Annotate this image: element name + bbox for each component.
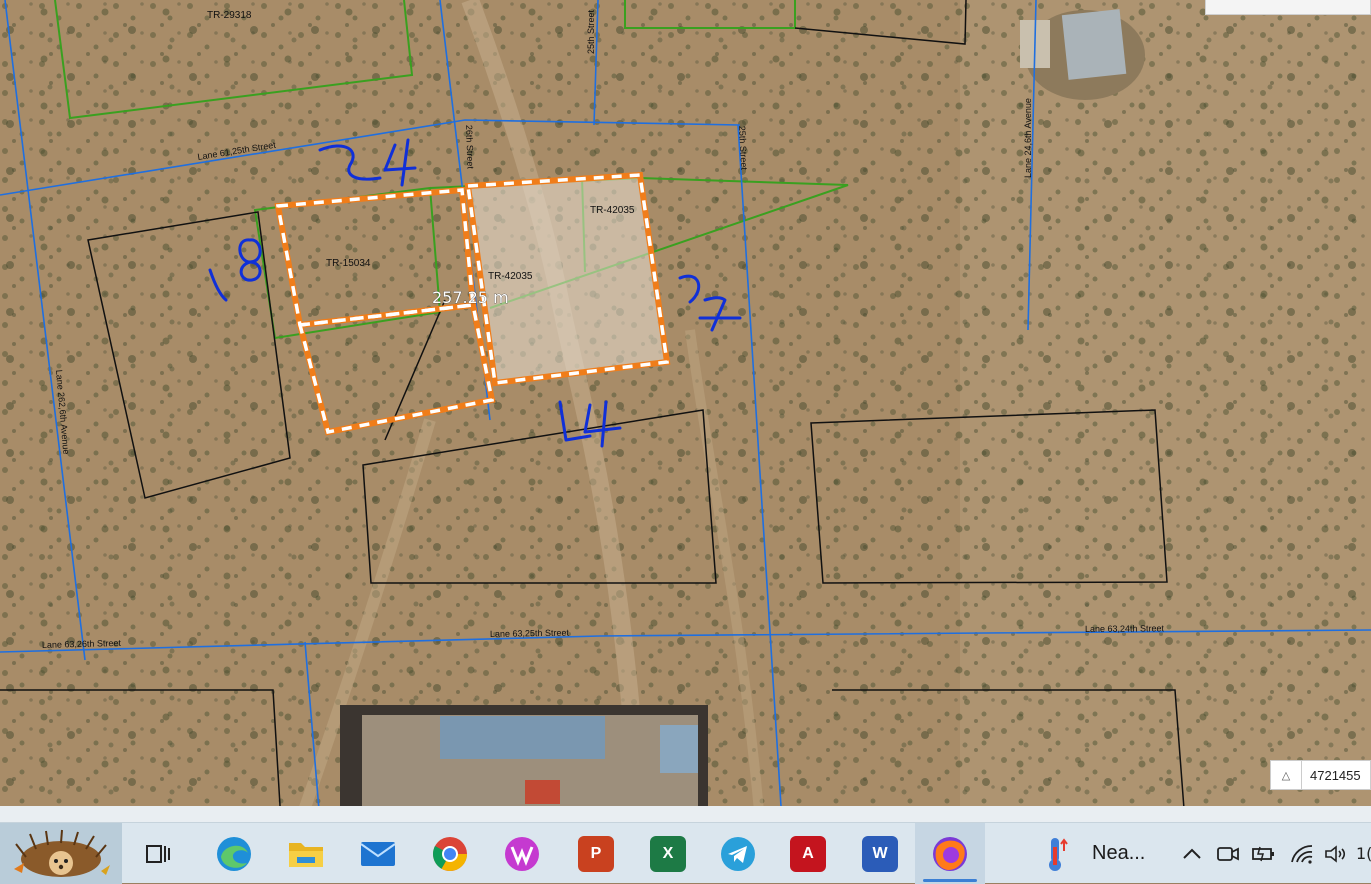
caret-up-icon[interactable]: △ bbox=[1271, 761, 1302, 789]
weather-text: Nea... bbox=[1092, 842, 1146, 864]
coordinate-value: 4721455 bbox=[1310, 767, 1361, 783]
weather-widget[interactable]: Nea... bbox=[1040, 823, 1160, 884]
wifi-icon bbox=[1291, 844, 1313, 864]
map-canvas[interactable]: TR-29318 TR-15034 TR-42035 TR-42035 Lane… bbox=[0, 0, 1371, 822]
battery-button[interactable] bbox=[1250, 823, 1278, 884]
word-button[interactable]: W bbox=[858, 823, 902, 884]
powerpoint-icon: P bbox=[578, 835, 614, 872]
task-view-icon bbox=[146, 844, 170, 863]
chrome-button[interactable] bbox=[428, 823, 472, 884]
edge-button[interactable] bbox=[212, 823, 256, 884]
excel-button[interactable]: X bbox=[646, 823, 690, 884]
edge-icon bbox=[217, 836, 251, 871]
horizontal-scrollbar[interactable] bbox=[0, 806, 1371, 822]
volume-button[interactable] bbox=[1322, 823, 1350, 884]
clock-text: 1( bbox=[1356, 844, 1371, 863]
autocad-button[interactable]: A bbox=[786, 823, 830, 884]
road-label-26th-street: 26th Street bbox=[464, 125, 476, 170]
firefox-icon bbox=[933, 836, 967, 871]
clock[interactable]: 1( bbox=[1356, 823, 1371, 884]
speaker-icon bbox=[1325, 844, 1346, 863]
thermometer-icon bbox=[1049, 837, 1068, 871]
parcel-label-tr-42035-a: TR-42035 bbox=[590, 205, 635, 216]
taskbar: P X A W Nea... 1( bbox=[0, 822, 1371, 884]
telegram-icon bbox=[721, 836, 755, 871]
wps-button[interactable] bbox=[500, 823, 544, 884]
firefox-button[interactable] bbox=[915, 823, 985, 884]
coordinate-readout[interactable]: △ 4721455 bbox=[1270, 760, 1371, 790]
hedgehog-avatar-icon bbox=[14, 829, 110, 877]
battery-icon bbox=[1252, 846, 1274, 861]
mail-button[interactable] bbox=[356, 823, 400, 884]
road-label-25th-street-top: 25th Street bbox=[586, 9, 596, 54]
powerpoint-button[interactable]: P bbox=[574, 823, 618, 884]
wifi-button[interactable] bbox=[1288, 823, 1316, 884]
wps-icon bbox=[505, 836, 539, 871]
show-hidden-icons-button[interactable] bbox=[1178, 823, 1206, 884]
task-view-button[interactable] bbox=[138, 823, 178, 884]
road-label-lane63-26th: Lane 63,26th Street bbox=[42, 638, 122, 650]
map-view[interactable]: TR-29318 TR-15034 TR-42035 TR-42035 Lane… bbox=[0, 0, 1371, 822]
file-explorer-icon bbox=[289, 842, 323, 867]
road-label-lane24-6th-ave: Lane 24,6th Avenue bbox=[1023, 98, 1033, 178]
road-label-lane63-24th: Lane 63,24th Street bbox=[1085, 623, 1165, 634]
camera-icon bbox=[1217, 846, 1239, 861]
road-label-lane63-25th: Lane 63,25th Street bbox=[490, 628, 570, 639]
autocad-icon: A bbox=[790, 835, 826, 872]
mail-icon bbox=[360, 841, 396, 866]
word-icon: W bbox=[862, 835, 898, 872]
parcel-label-tr-29318: TR-29318 bbox=[207, 10, 252, 21]
file-explorer-button[interactable] bbox=[284, 823, 328, 884]
active-indicator bbox=[923, 879, 977, 882]
telegram-button[interactable] bbox=[716, 823, 760, 884]
building-bottom bbox=[340, 705, 708, 822]
top-right-panel bbox=[1205, 0, 1371, 15]
measurement-label: 257.25 m bbox=[432, 288, 509, 307]
start-button[interactable] bbox=[0, 823, 122, 884]
parcel-label-tr-15034: TR-15034 bbox=[326, 258, 371, 269]
parcel-label-tr-42035-b: TR-42035 bbox=[488, 271, 533, 282]
meet-now-button[interactable] bbox=[1214, 823, 1242, 884]
chrome-icon bbox=[433, 836, 467, 871]
chevron-up-icon bbox=[1183, 848, 1201, 859]
excel-icon: X bbox=[650, 835, 686, 872]
